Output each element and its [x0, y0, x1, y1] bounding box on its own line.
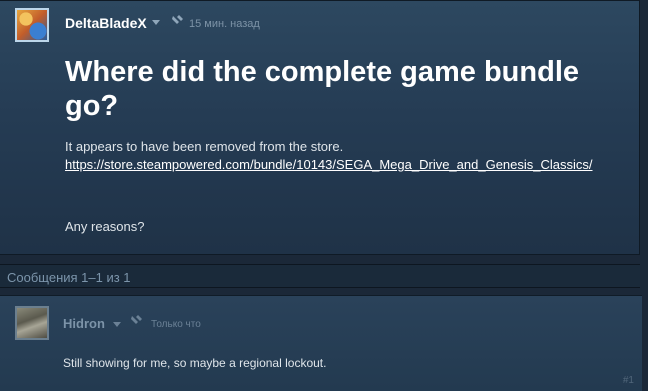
pin-clock-icon: [172, 15, 183, 24]
author-name[interactable]: DeltaBladeX: [65, 15, 147, 31]
topic-post: DeltaBladeX 15 мин. назад Where did the …: [0, 0, 640, 255]
replies-count-bar: Сообщения 1–1 из 1: [0, 264, 640, 288]
topic-title: Where did the complete game bundle go?: [65, 56, 580, 122]
body-text-line: It appears to have been removed from the…: [65, 139, 344, 154]
replies-count: Сообщения 1–1 из 1: [7, 270, 131, 285]
chevron-down-icon[interactable]: [152, 20, 160, 25]
store-link[interactable]: https://store.steampowered.com/bundle/10…: [65, 156, 630, 174]
chevron-down-icon[interactable]: [113, 322, 121, 327]
reply-timestamp: Только что: [151, 319, 201, 330]
author-avatar[interactable]: [15, 8, 49, 42]
reply-number[interactable]: #1: [623, 375, 634, 386]
reply-author-avatar[interactable]: [15, 306, 49, 340]
avatar-image: [17, 10, 47, 40]
reply-text: Still showing for me, so maybe a regiona…: [63, 356, 327, 370]
topic-body: It appears to have been removed from the…: [65, 138, 630, 174]
reply-author-name[interactable]: Hidron: [63, 316, 105, 331]
reply-post: Hidron Только что Still showing for me, …: [0, 295, 642, 391]
body-text-line: Any reasons?: [65, 219, 145, 234]
post-timestamp: 15 мин. назад: [189, 18, 260, 30]
pin-clock-icon: [131, 315, 142, 324]
